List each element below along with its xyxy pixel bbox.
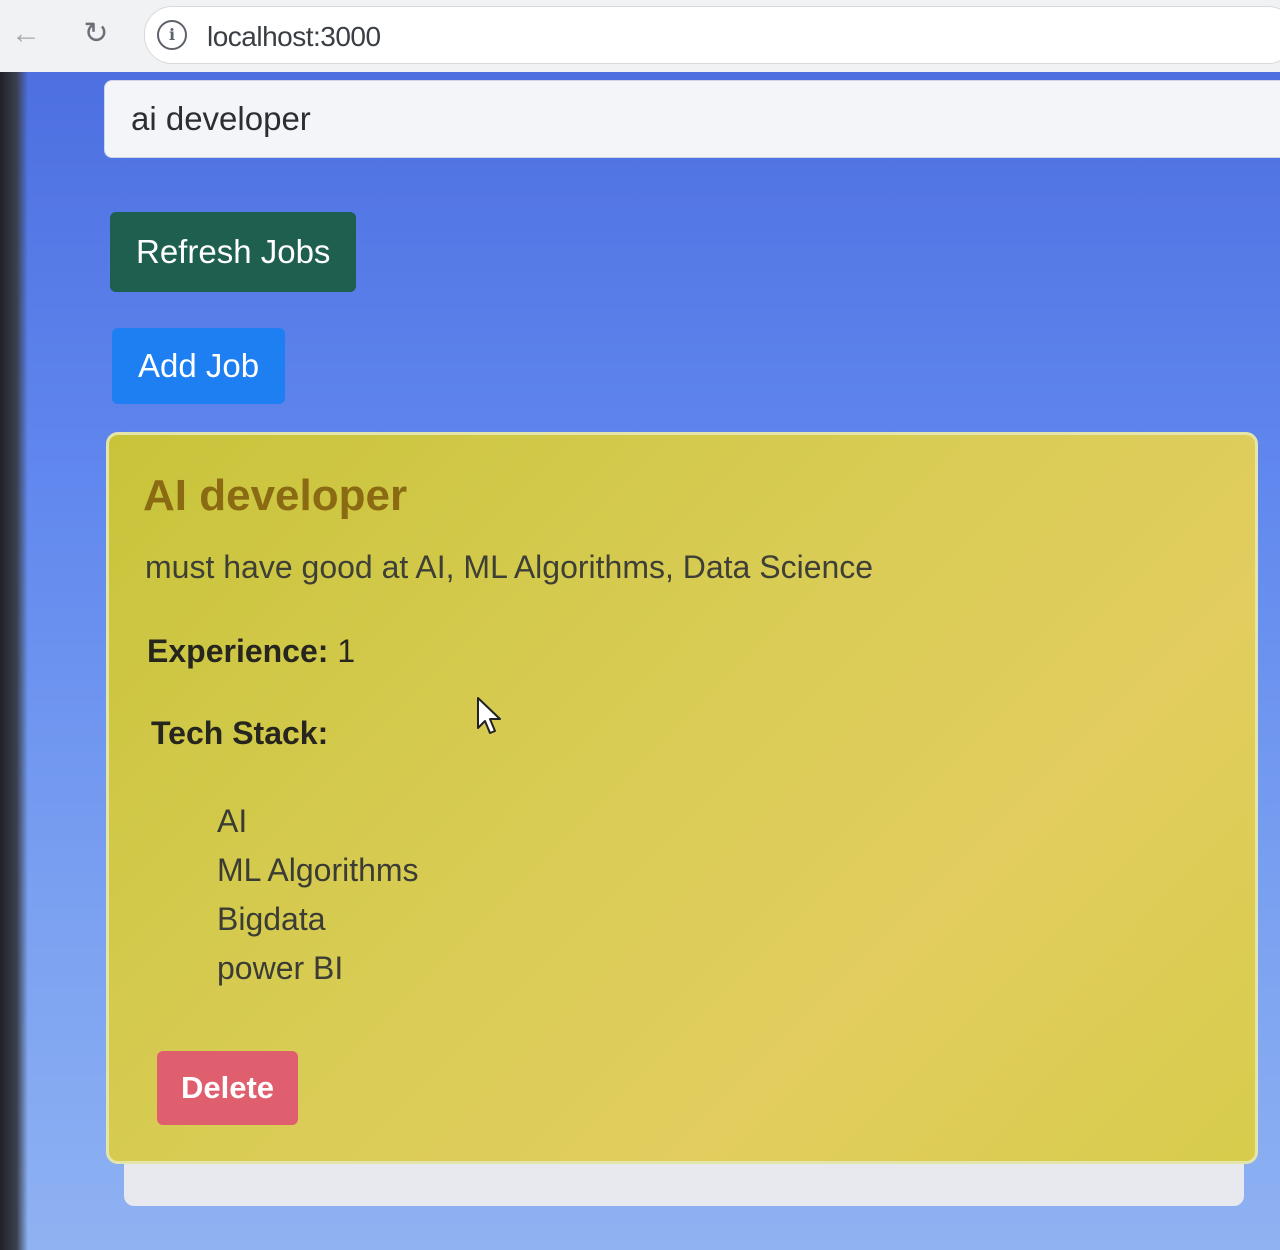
reload-button[interactable]: ↻ (76, 14, 116, 54)
tech-stack-item: AI (217, 803, 248, 839)
arrow-left-icon: ← (11, 17, 41, 50)
browser-toolbar: ← ↻ i localhost:3000 (0, 0, 1280, 73)
tech-stack-item: Bigdata (217, 901, 326, 937)
address-bar[interactable]: i localhost:3000 (144, 6, 1280, 64)
tech-stack-item: ML Algorithms (217, 852, 419, 888)
monitor-bezel-edge (0, 72, 28, 1250)
job-description: must have good at AI, ML Algorithms, Dat… (145, 549, 874, 585)
tech-stack-list: AI ML Algorithms Bigdata power BI (217, 797, 419, 993)
experience-row: Experience: 1 (147, 633, 355, 670)
mouse-cursor-icon (477, 697, 501, 734)
page-viewport: Refresh Jobs Add Job AI developer must h… (0, 72, 1280, 1250)
experience-value: 1 (337, 633, 356, 669)
info-icon[interactable]: i (157, 20, 187, 50)
delete-button[interactable]: Delete (157, 1051, 299, 1125)
job-card: AI developer must have good at AI, ML Al… (106, 432, 1258, 1164)
add-job-button[interactable]: Add Job (112, 328, 286, 404)
search-input[interactable] (104, 80, 1280, 158)
job-title: AI developer (143, 471, 408, 520)
tech-stack-item: power BI (217, 950, 344, 986)
reload-icon: ↻ (83, 17, 109, 50)
experience-label: Experience: (147, 633, 329, 669)
tech-stack-label: Tech Stack: (151, 715, 329, 751)
refresh-jobs-button[interactable]: Refresh Jobs (110, 212, 357, 292)
url-text[interactable]: localhost:3000 (207, 21, 381, 53)
back-button[interactable]: ← (6, 14, 46, 54)
